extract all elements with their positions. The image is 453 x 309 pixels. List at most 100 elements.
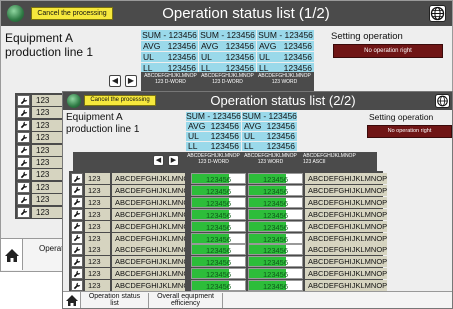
row-name: ABCDEFGHIJKLMNOP xyxy=(112,208,185,220)
table-row: 123ABCDEFGHIJKLMNOP 123456 123456 ABCDEFGHI… xyxy=(71,173,387,184)
title-bar: Cancel the processing Operation status l… xyxy=(63,92,452,110)
row-number: 123 xyxy=(32,144,64,156)
globe-icon[interactable] xyxy=(435,94,450,108)
gauge-value: 123456 xyxy=(205,282,232,292)
arrow-right-icon[interactable]: ▶ xyxy=(168,155,179,166)
table-row: 123ABCDEFGHIJKLMNOP 123456 123456 ABCDEFGHI… xyxy=(71,232,387,244)
tab-overall-equipment-efficiency[interactable]: Overall equipment efficiency xyxy=(149,293,223,308)
d-word-gauge: 123456 xyxy=(191,232,246,244)
cancel-processing-button[interactable]: Cancel the processing xyxy=(31,7,113,20)
d-word-gauge: 123456 xyxy=(191,244,246,256)
d-word-gauge: 123456 xyxy=(191,280,246,292)
equipment-name: Equipment A production line 1 xyxy=(66,112,140,135)
wrench-icon[interactable] xyxy=(17,181,30,193)
wrench-icon[interactable] xyxy=(17,194,30,206)
wrench-icon[interactable] xyxy=(71,196,83,208)
tab-operation-status[interactable]: Operation status list xyxy=(81,293,149,308)
row-name: ABCDEFGHIJKLMNOP xyxy=(112,220,185,232)
row-number: 123 xyxy=(32,132,64,144)
globe-icon[interactable] xyxy=(429,5,446,22)
table-row: 123 xyxy=(17,144,64,156)
d-word-gauge: 123456 xyxy=(191,173,246,184)
row-ascii: ABCDEFGHIJKLMNOPQRST xyxy=(305,280,387,292)
table-row: 123 xyxy=(17,157,64,168)
table-row: 123 xyxy=(17,206,64,218)
word-gauge: 123456 xyxy=(248,232,303,244)
wrench-icon[interactable] xyxy=(71,208,83,220)
row-number: 123 xyxy=(32,181,64,193)
table-row: 123 xyxy=(17,119,64,131)
table-row: 123 xyxy=(17,169,64,181)
table-row: 123ABCDEFGHIJKLMNOP 123456 123456 ABCDEFGHI… xyxy=(71,220,387,232)
word-gauge: 123456 xyxy=(248,256,303,268)
row-name: ABCDEFGHIJKLMNOP xyxy=(112,184,185,196)
page-title: Operation status list (1/2) xyxy=(162,5,330,22)
equipment-name: Equipment A production line 1 xyxy=(5,31,94,59)
gauge-value: 123456 xyxy=(262,222,289,232)
no-operation-right-button[interactable]: No operation right xyxy=(367,125,452,138)
home-icon[interactable] xyxy=(1,239,23,270)
tab-operation-status[interactable]: Operati xyxy=(23,245,65,267)
row-number: 123 xyxy=(85,184,110,196)
arrow-left-icon[interactable]: ◀ xyxy=(153,155,164,166)
row-ascii: ABCDEFGHIJKLMNOPQRST xyxy=(305,256,387,268)
stat-avg: AVG 123456 xyxy=(199,41,256,51)
wrench-icon[interactable] xyxy=(71,256,83,268)
gauge-value: 123456 xyxy=(205,270,232,280)
stat-sum: SUM - 123456 xyxy=(141,30,198,40)
wrench-icon[interactable] xyxy=(71,244,83,256)
arrow-left-icon[interactable]: ◀ xyxy=(109,75,121,87)
gauge-value: 123456 xyxy=(205,175,232,184)
cancel-processing-button[interactable]: Cancel the processing xyxy=(84,95,156,106)
stat-ul: UL 123456 xyxy=(141,52,198,62)
wrench-icon[interactable] xyxy=(17,107,30,119)
word-gauge: 123456 xyxy=(248,208,303,220)
no-operation-right-button[interactable]: No operation right xyxy=(333,44,443,58)
row-ascii: ABCDEFGHIJKLMNOPQRST xyxy=(305,196,387,208)
wrench-icon[interactable] xyxy=(71,232,83,244)
wrench-icon[interactable] xyxy=(71,220,83,232)
row-ascii: ABCDEFGHIJKLMNOPQRST xyxy=(305,268,387,280)
wrench-icon[interactable] xyxy=(17,132,30,144)
setting-operation-label: Setting operation xyxy=(369,112,434,122)
status-lamp-icon xyxy=(67,94,81,108)
row-ascii: ABCDEFGHIJKLMNOPQRST xyxy=(305,184,387,196)
wrench-icon[interactable] xyxy=(17,144,30,156)
home-icon[interactable] xyxy=(63,292,81,308)
gauge-value: 123456 xyxy=(262,258,289,268)
wrench-icon[interactable] xyxy=(71,184,83,196)
stat-avg: AVG 123456 xyxy=(141,41,198,51)
column-header: ABCDEFGHIJKLMNOP 123 ASCII xyxy=(303,153,356,165)
column-header: ABCDEFGHIJKLMNOP 123 WORD xyxy=(258,73,311,85)
setting-operation-label: Setting operation xyxy=(331,31,403,42)
row-number: 123 xyxy=(32,119,64,131)
gauge-value: 123456 xyxy=(262,234,289,244)
row-ascii: ABCDEFGHIJKLMNOPQRST xyxy=(305,208,387,220)
stats-panel: SUM - 123456 SUM - 123456 SUM - 123456 A… xyxy=(141,30,314,73)
d-word-gauge: 123456 xyxy=(191,196,246,208)
wrench-icon[interactable] xyxy=(71,268,83,280)
arrow-right-icon[interactable]: ▶ xyxy=(125,75,137,87)
stat-sum: SUM - 123456 xyxy=(242,112,297,121)
row-number: 123 xyxy=(32,157,64,168)
stat-sum: SUM - 123456 xyxy=(186,112,241,121)
wrench-icon[interactable] xyxy=(17,157,30,168)
wrench-icon[interactable] xyxy=(17,95,30,106)
wrench-icon[interactable] xyxy=(71,280,83,292)
wrench-icon[interactable] xyxy=(17,206,30,218)
wrench-icon[interactable] xyxy=(71,173,83,184)
column-header: ABCDEFGHIJKLMNOP 123 D-WORD xyxy=(187,153,240,165)
wrench-icon[interactable] xyxy=(17,169,30,181)
wrench-icon[interactable] xyxy=(17,119,30,131)
d-word-gauge: 123456 xyxy=(191,268,246,280)
stat-ul: UL 123456 xyxy=(199,52,256,62)
gauge-value: 123456 xyxy=(262,246,289,256)
row-number: 123 xyxy=(32,107,64,119)
row-number: 123 xyxy=(85,268,110,280)
gauge-value: 123456 xyxy=(205,198,232,208)
stat-ul: UL 123456 xyxy=(186,132,241,141)
row-number: 123 xyxy=(85,173,110,184)
gauge-value: 123456 xyxy=(262,175,289,184)
word-gauge: 123456 xyxy=(248,244,303,256)
word-gauge: 123456 xyxy=(248,184,303,196)
